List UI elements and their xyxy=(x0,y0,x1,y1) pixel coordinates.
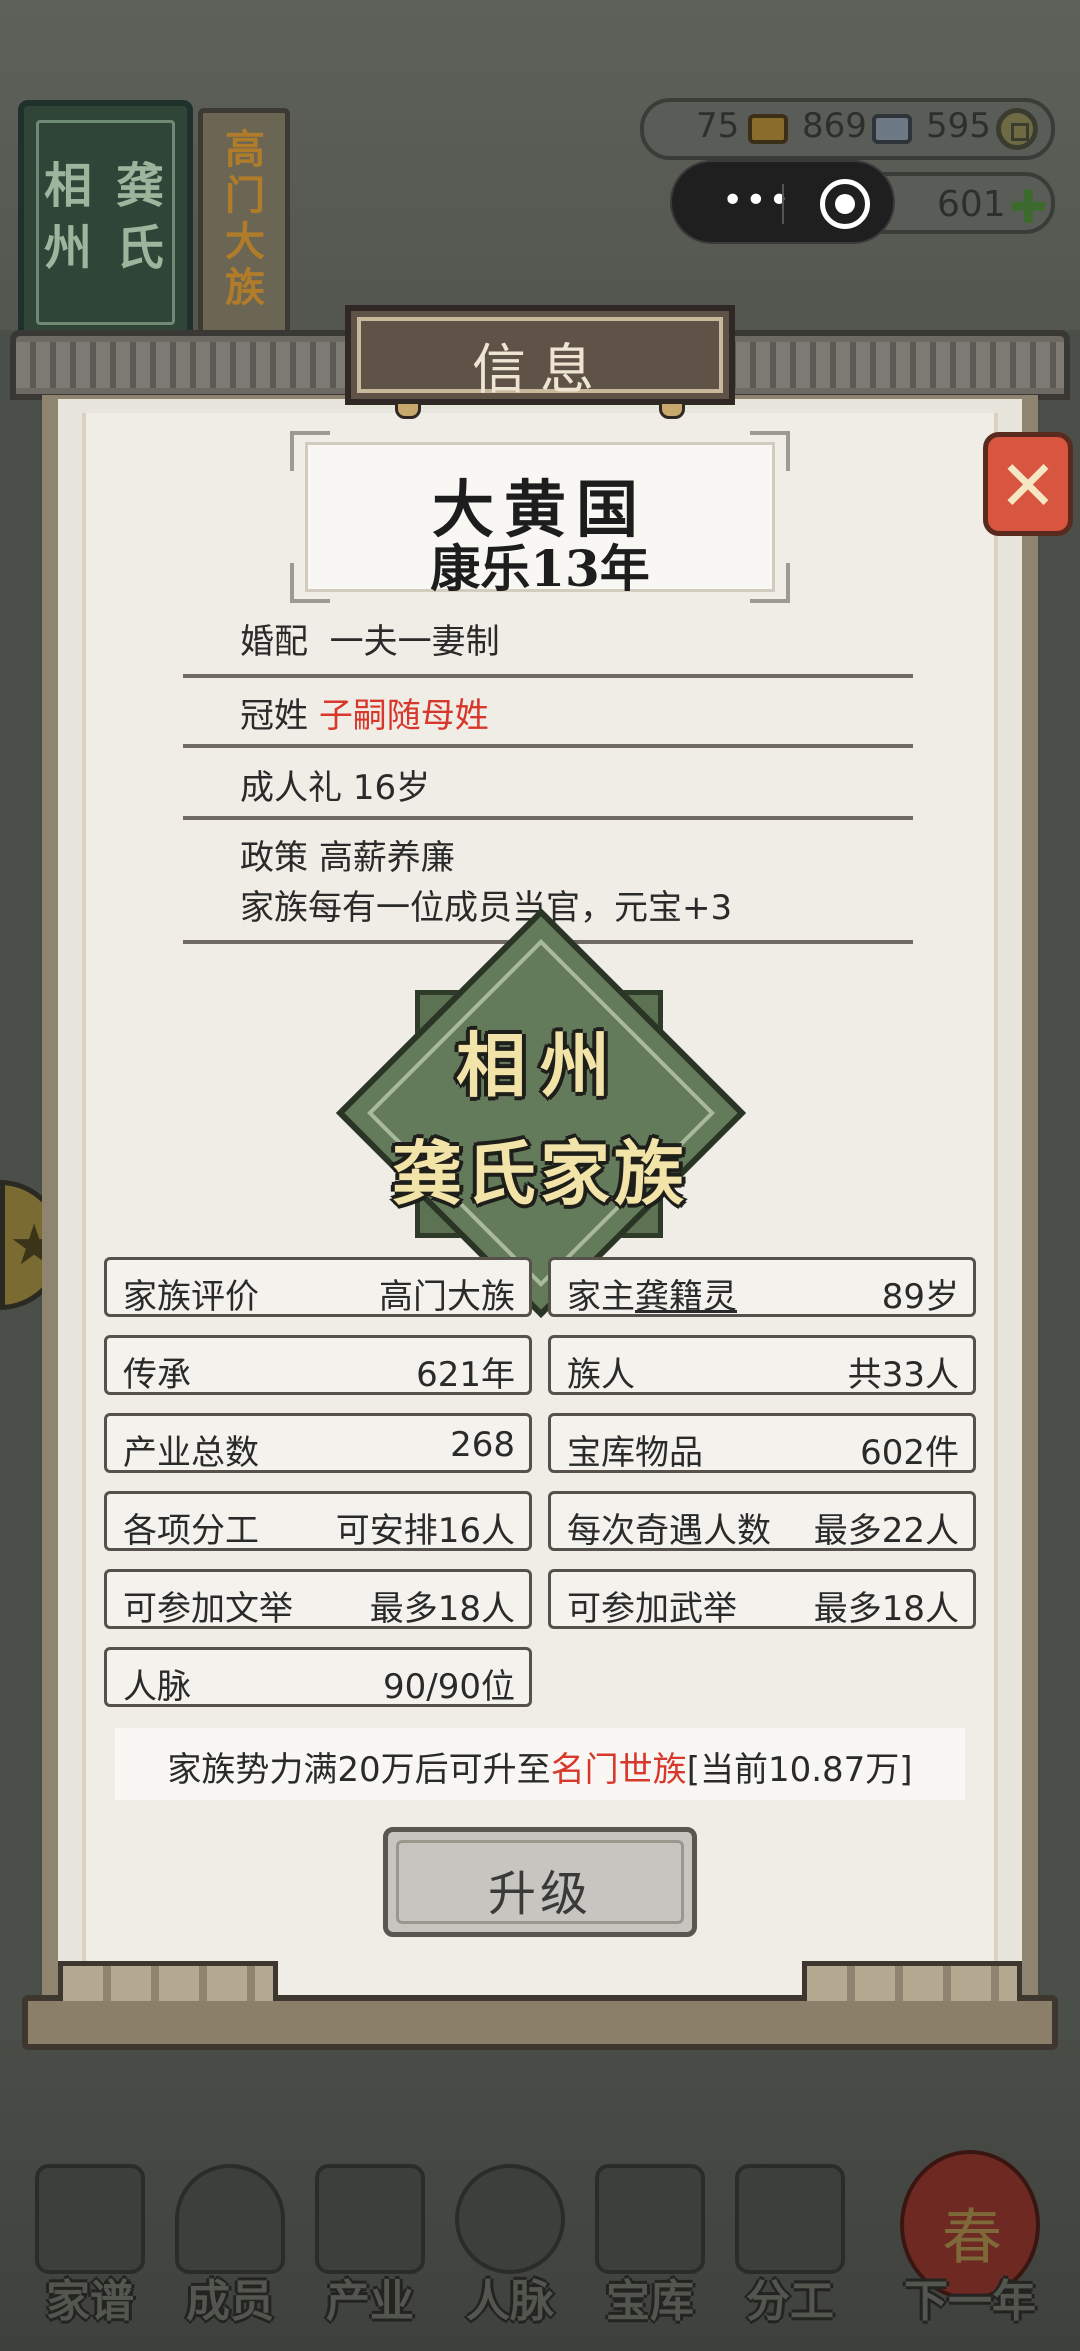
chest-icon xyxy=(595,2164,705,2274)
stat-value: 602件 xyxy=(860,1433,959,1473)
rule-adulthood: 成人礼 16岁 xyxy=(183,748,913,820)
nav-next-year[interactable]: 春 下一年 xyxy=(880,2130,1080,2351)
nav-label: 下一年 xyxy=(904,2276,1036,2327)
rule-key: 政策 xyxy=(240,838,308,878)
stat-treasury: 宝库物品 602件 xyxy=(548,1413,976,1473)
rule-value: 高薪养廉 xyxy=(318,838,455,878)
rule-value-highlight: 子嗣随母姓 xyxy=(318,696,489,736)
title-tab xyxy=(659,401,685,419)
stat-label: 可参加文举 xyxy=(123,1589,293,1629)
building-icon xyxy=(315,2164,425,2274)
stat-network: 人脉 90/90位 xyxy=(104,1647,532,1707)
stat-value: 可安排16人 xyxy=(335,1511,515,1551)
add-icon[interactable]: ✚ xyxy=(1009,180,1048,234)
stat-military-exam: 可参加武举 最多18人 xyxy=(548,1569,976,1629)
stat-industry: 产业总数 268 xyxy=(104,1413,532,1473)
country-card: 大黄国 康乐13年 xyxy=(290,431,790,603)
modal-title: 信息 xyxy=(345,305,735,419)
country-era: 康乐13年 xyxy=(430,539,650,598)
stat-label: 人脉 xyxy=(123,1667,191,1707)
capsule-divider xyxy=(782,184,784,224)
upgrade-notice: 家族势力满20万后可升至名门世族[当前10.87万] xyxy=(115,1728,965,1800)
coin-icon xyxy=(996,108,1038,150)
notice-target: 名门世族 xyxy=(550,1750,687,1790)
close-button[interactable]: ✕ xyxy=(983,432,1073,536)
rule-line: 成人礼 16岁 xyxy=(240,760,430,809)
notice-text: 家族势力满20万后可升至名门世族[当前10.87万] xyxy=(167,1750,913,1790)
rule-line: 政策 高薪养廉 xyxy=(240,830,455,879)
coin-count: 595 xyxy=(926,106,991,146)
stat-rating: 家族评价 高门大族 xyxy=(104,1257,532,1317)
stat-value: 最多18人 xyxy=(813,1589,959,1629)
resource-bar: 75 869 595 xyxy=(640,98,1055,160)
nav-work[interactable]: 分工 xyxy=(700,2130,880,2351)
scroll-icon xyxy=(735,2164,845,2274)
person-icon xyxy=(175,2164,285,2274)
stat-value: 高门大族 xyxy=(379,1277,515,1317)
emblem-place: 相州 xyxy=(456,1024,624,1107)
banner-char: 州 xyxy=(43,220,92,276)
base-rail-left xyxy=(58,1961,278,2001)
stat-label: 家主龚籍灵 xyxy=(567,1277,737,1317)
stat-members: 族人 共33人 xyxy=(548,1335,976,1395)
rule-key: 婚配 xyxy=(240,622,308,662)
banner-char: 相 xyxy=(43,158,92,214)
rule-key: 冠姓 xyxy=(240,696,308,736)
upgrade-label: 升级 xyxy=(487,1866,592,1922)
close-miniprogram-icon[interactable] xyxy=(820,179,870,229)
stat-family-head: 家主龚籍灵 89岁 xyxy=(548,1257,976,1317)
rule-line: 婚配 一夫一妻制 xyxy=(240,614,500,663)
nav-label: 分工 xyxy=(746,2276,834,2327)
stat-value: 最多22人 xyxy=(813,1511,959,1551)
silver-count: 869 xyxy=(802,106,867,146)
stat-legacy: 传承 621年 xyxy=(104,1335,532,1395)
miniprogram-capsule: ••• xyxy=(670,160,895,244)
policy-note: 家族每有一位成员当官，元宝+3 xyxy=(240,888,733,928)
bottom-navigation: 家谱 成员 产业 人脉 宝库 分工 春 下一年 xyxy=(0,2130,1080,2351)
title-tab xyxy=(395,401,421,419)
family-head-name-link[interactable]: 龚籍灵 xyxy=(635,1277,737,1317)
stat-label: 族人 xyxy=(567,1355,635,1395)
rule-surname: 冠姓 子嗣随母姓 xyxy=(183,678,913,748)
rank-char: 高 门 大 族 xyxy=(225,126,265,311)
gold-ingot-icon xyxy=(748,114,788,144)
stat-value: 621年 xyxy=(416,1355,515,1395)
silver-ingot-icon xyxy=(872,114,912,144)
rule-line: 冠姓 子嗣随母姓 xyxy=(240,688,489,737)
energy-count: 601 xyxy=(937,184,1006,225)
stat-civil-exam: 可参加文举 最多18人 xyxy=(104,1569,532,1629)
stat-value: 最多18人 xyxy=(369,1589,515,1629)
stat-label: 宝库物品 xyxy=(567,1433,703,1473)
network-icon xyxy=(455,2164,565,2274)
stat-label: 产业总数 xyxy=(123,1433,259,1473)
stat-label: 每次奇遇人数 xyxy=(567,1511,771,1551)
stat-value: 90/90位 xyxy=(383,1667,515,1707)
modal-base xyxy=(22,1961,1058,2050)
stat-value: 268 xyxy=(450,1425,515,1465)
gold-count: 75 xyxy=(696,106,740,146)
modal-title-text: 信息 xyxy=(472,338,608,401)
base-rail-right xyxy=(802,1961,1022,2001)
emblem-family: 龚氏家族 xyxy=(392,1132,688,1215)
stat-value: 89岁 xyxy=(881,1277,959,1317)
stat-value: 共33人 xyxy=(847,1355,959,1395)
banner-char: 氏 xyxy=(115,220,164,276)
rule-value: 一夫一妻制 xyxy=(329,622,500,662)
stat-adventure: 每次奇遇人数 最多22人 xyxy=(548,1491,976,1551)
stat-work: 各项分工 可安排16人 xyxy=(104,1491,532,1551)
lantern-text: 春 xyxy=(942,2203,1002,2273)
stat-label: 家族评价 xyxy=(123,1277,259,1317)
book-icon xyxy=(35,2164,145,2274)
rule-key: 成人礼 xyxy=(240,768,342,808)
rule-marriage: 婚配 一夫一妻制 xyxy=(183,610,913,678)
close-icon: ✕ xyxy=(998,445,1058,527)
banner-char: 龚 xyxy=(115,158,164,214)
upgrade-button[interactable]: 升级 xyxy=(383,1827,697,1937)
family-rank-scroll[interactable]: 高 门 大 族 xyxy=(198,108,290,336)
rule-value: 16岁 xyxy=(352,768,431,808)
stat-label: 传承 xyxy=(123,1355,191,1395)
stat-label: 可参加武举 xyxy=(567,1589,737,1629)
family-banner-book[interactable]: 相 州 龚 氏 xyxy=(18,100,193,345)
stat-label: 各项分工 xyxy=(123,1511,259,1551)
